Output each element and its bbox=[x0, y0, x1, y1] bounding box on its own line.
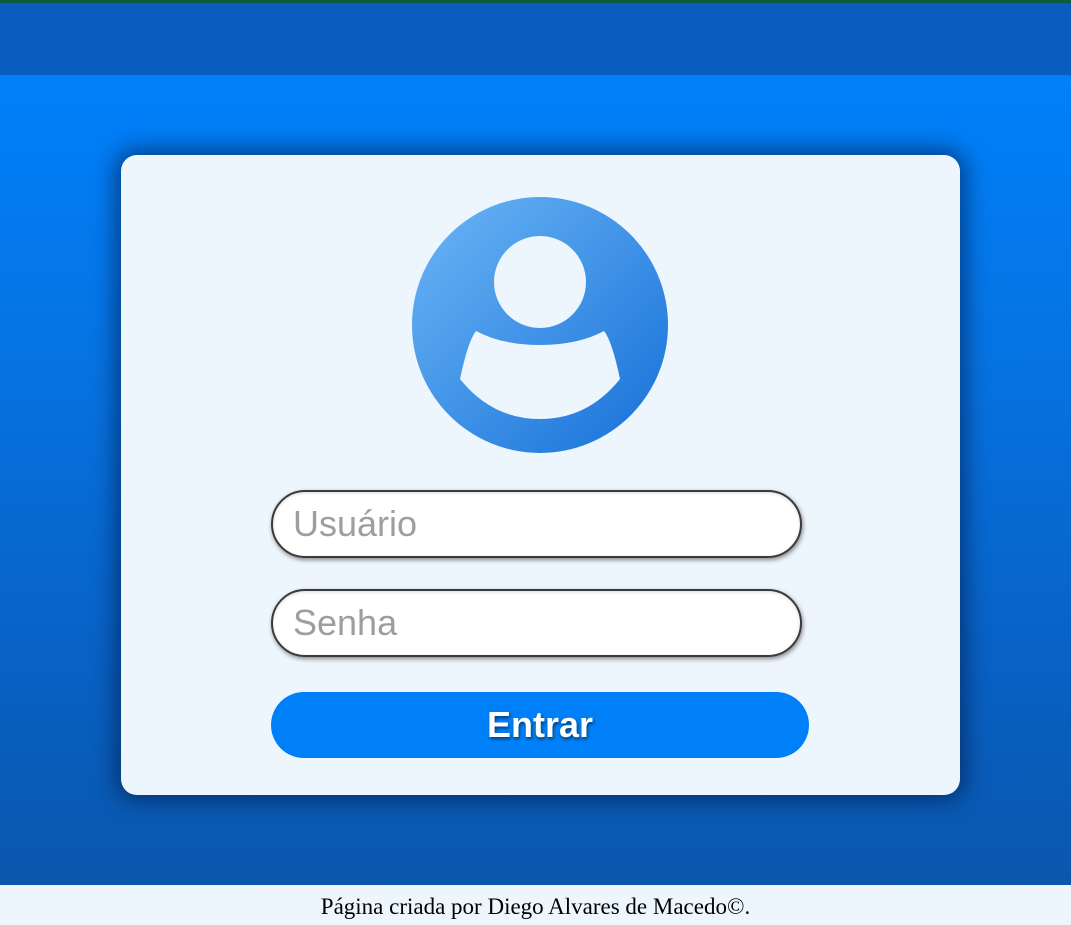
password-input[interactable] bbox=[271, 589, 802, 657]
login-button[interactable]: Entrar bbox=[271, 692, 809, 758]
header-bar bbox=[0, 3, 1071, 75]
footer: Página criada por Diego Alvares de Maced… bbox=[0, 885, 1071, 925]
user-profile-icon bbox=[412, 197, 668, 453]
login-card: Entrar bbox=[121, 155, 960, 795]
username-input[interactable] bbox=[271, 490, 802, 558]
footer-text: Página criada por Diego Alvares de Maced… bbox=[320, 894, 751, 919]
main-area: Entrar bbox=[0, 75, 1071, 885]
